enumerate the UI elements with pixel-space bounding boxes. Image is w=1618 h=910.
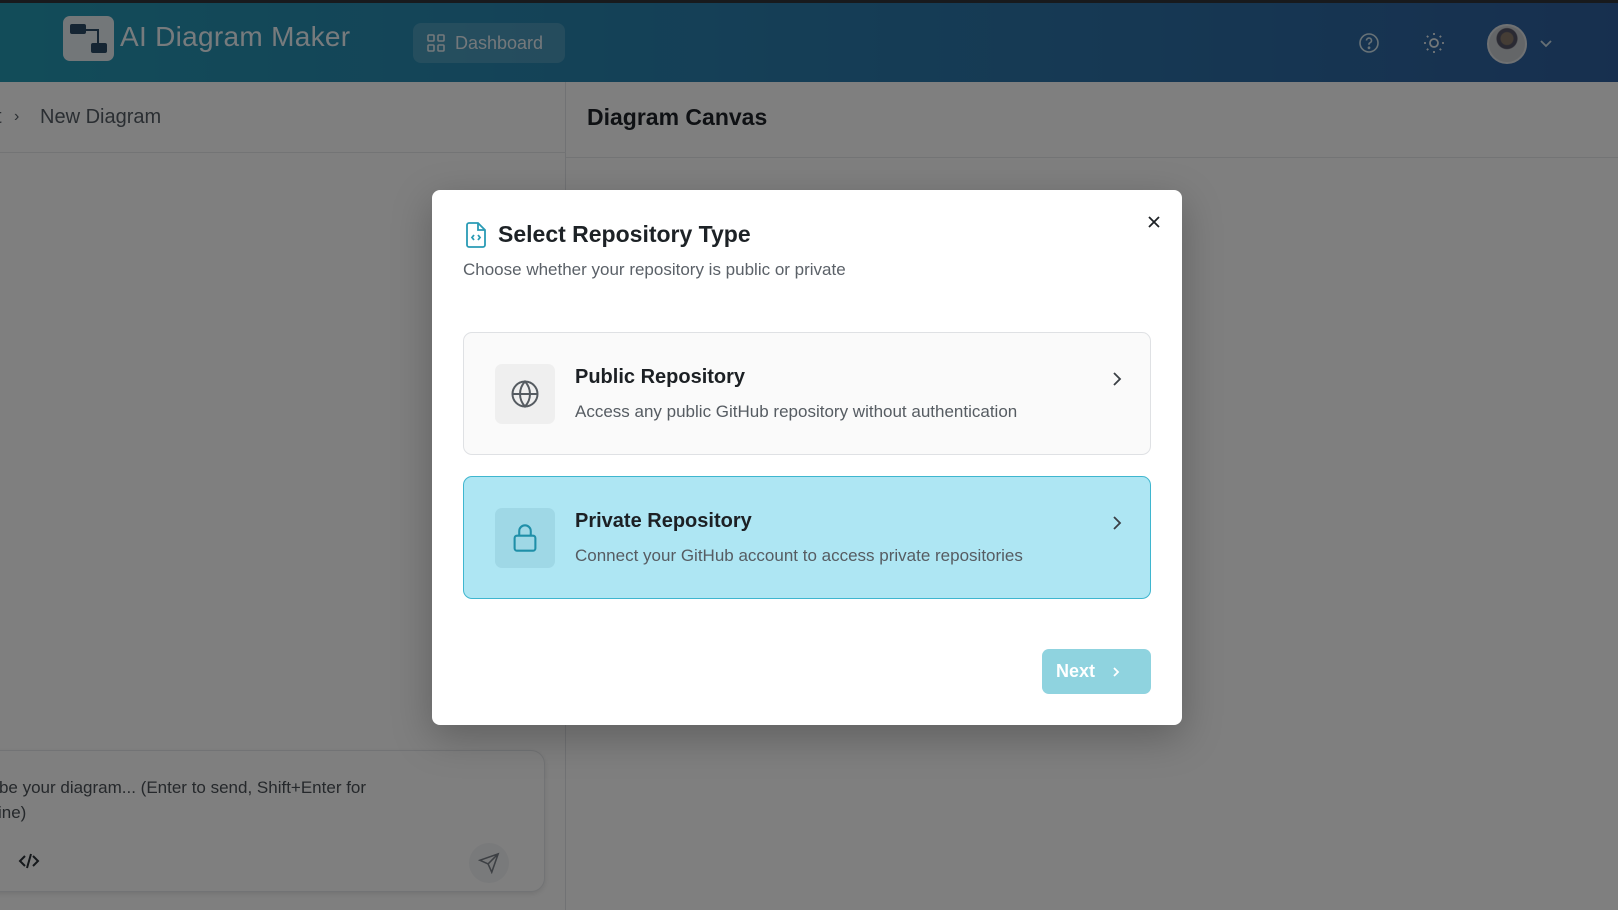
modal-subtitle: Choose whether your repository is public…	[463, 260, 846, 279]
chevron-right-icon	[1113, 666, 1120, 677]
globe-icon	[511, 380, 539, 408]
next-label: Next	[1056, 661, 1096, 681]
close-button[interactable]	[1142, 210, 1166, 234]
lock-icon	[513, 524, 537, 552]
private-option-icon-box	[495, 508, 555, 568]
chevron-right-icon	[1113, 516, 1122, 530]
public-option-icon-box	[495, 364, 555, 424]
modal-title: Select Repository Type	[498, 221, 751, 247]
select-repo-type-modal: Select Repository Type Choose whether yo…	[432, 190, 1182, 725]
next-button[interactable]: Next	[1042, 649, 1151, 694]
app-root: AI Diagram Maker Dashboard t › New Dia	[0, 0, 1618, 910]
public-option-description: Access any public GitHub repository with…	[575, 402, 1018, 421]
file-code-icon	[466, 222, 486, 248]
private-repository-option[interactable]: Private Repository Connect your GitHub a…	[463, 476, 1151, 599]
private-option-description: Connect your GitHub account to access pr…	[575, 546, 1023, 565]
close-icon	[1148, 216, 1160, 228]
public-option-title: Public Repository	[575, 366, 746, 388]
public-repository-option[interactable]: Public Repository Access any public GitH…	[463, 332, 1151, 455]
chevron-right-icon	[1113, 372, 1122, 386]
private-option-title: Private Repository	[575, 510, 752, 532]
